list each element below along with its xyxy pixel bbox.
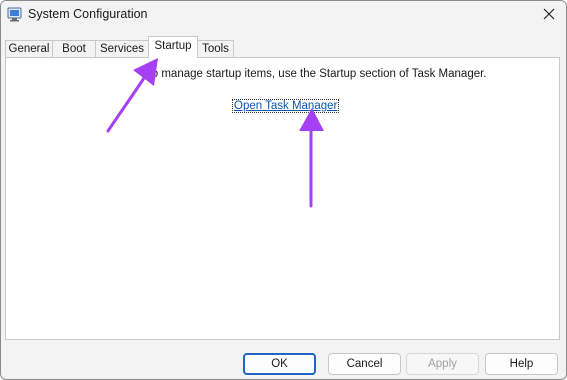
system-config-icon	[7, 7, 22, 22]
tab-general[interactable]: General	[5, 40, 53, 57]
window-title: System Configuration	[28, 7, 148, 21]
apply-button[interactable]: Apply	[406, 353, 479, 375]
close-icon[interactable]	[536, 3, 562, 25]
cancel-button[interactable]: Cancel	[328, 353, 401, 375]
tab-boot[interactable]: Boot	[52, 40, 96, 57]
help-button[interactable]: Help	[485, 353, 558, 375]
startup-info-text: To manage startup items, use the Startup…	[146, 68, 487, 80]
tab-tools[interactable]: Tools	[197, 40, 234, 57]
system-configuration-window: System Configuration General Boot Servic…	[0, 0, 567, 380]
open-task-manager-link[interactable]: Open Task Manager	[231, 99, 340, 113]
tab-startup[interactable]: Startup	[148, 36, 198, 58]
tab-services[interactable]: Services	[95, 40, 149, 57]
ok-button[interactable]: OK	[243, 353, 316, 375]
title-bar: System Configuration	[1, 1, 566, 29]
startup-panel: To manage startup items, use the Startup…	[5, 57, 560, 340]
